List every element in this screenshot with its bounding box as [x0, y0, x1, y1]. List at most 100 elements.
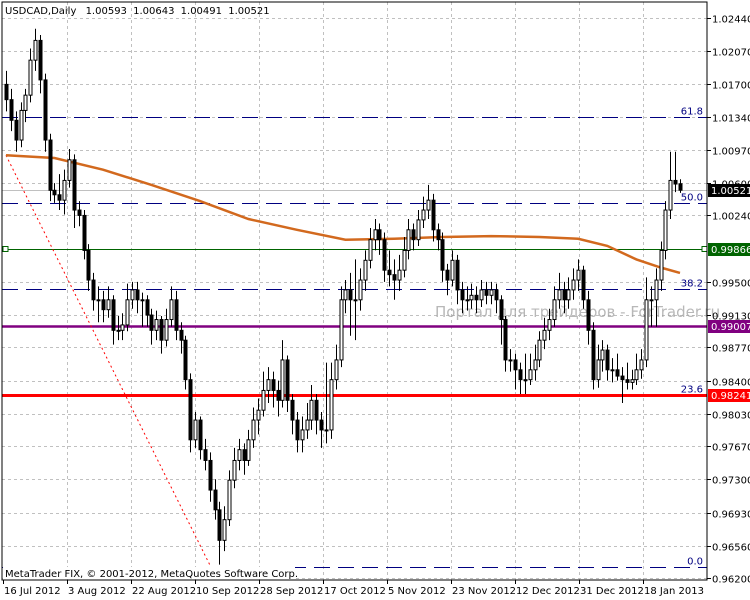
- candle: [668, 151, 673, 220]
- trendline: [5, 155, 211, 565]
- x-tick-label: 22 Aug 2012: [132, 586, 196, 597]
- level-red-tag-label: 0.98241: [711, 391, 750, 402]
- candle: [101, 290, 106, 323]
- candle-body-bear: [57, 194, 62, 201]
- candle: [149, 308, 154, 345]
- candle-body-bear: [605, 349, 610, 371]
- moving-average-layer: [5, 154, 681, 275]
- copyright: MetaTrader FIX, © 2001-2012, MetaQuotes …: [5, 569, 298, 580]
- y-tick-label: 0.98770: [712, 344, 750, 355]
- candle-body-bull: [169, 299, 174, 321]
- candle: [276, 380, 281, 417]
- grid: [2, 2, 707, 580]
- y-tick-label: 0.98030: [712, 411, 750, 422]
- moving-average-line: [5, 154, 681, 275]
- candle: [508, 349, 513, 372]
- candle: [343, 280, 348, 314]
- candles-layer: [4, 28, 683, 565]
- candle-body-bear: [271, 379, 276, 391]
- candle-body-bull: [547, 319, 552, 331]
- candle: [377, 223, 382, 255]
- candle: [634, 353, 639, 386]
- x-tick-label: 23 Nov 2012: [452, 586, 516, 597]
- candle: [358, 268, 363, 311]
- candle-body-bear: [562, 289, 567, 301]
- candle: [242, 443, 247, 475]
- candle-body-bear: [9, 99, 14, 121]
- candle: [329, 362, 334, 439]
- candle-body-bear: [503, 319, 508, 361]
- fibo-level-label: 23.6: [681, 385, 703, 396]
- candle-body-bear: [52, 189, 57, 196]
- candle-body-bear: [499, 299, 504, 321]
- candle-body-bull: [280, 359, 285, 401]
- candle-body-bear: [213, 489, 218, 511]
- candle: [499, 295, 504, 345]
- candle-body-bull: [465, 299, 470, 302]
- candle-body-bull: [116, 329, 121, 332]
- open-value: 1.00593: [86, 6, 127, 17]
- candle-body-bull: [426, 199, 431, 211]
- candle: [625, 362, 630, 390]
- candle-body-bear: [295, 419, 300, 441]
- candle: [663, 201, 668, 260]
- y-tick-label: 0.98400: [712, 378, 750, 389]
- candle-body-bull: [663, 209, 668, 251]
- candle: [440, 232, 445, 282]
- candle-body-bear: [678, 183, 683, 191]
- candle-body-bear: [48, 139, 53, 191]
- candle: [314, 394, 319, 435]
- candle-body-bull: [232, 459, 237, 481]
- candle: [484, 281, 489, 305]
- candle: [659, 241, 664, 291]
- y-tick-label: 1.00970: [712, 147, 750, 158]
- candle-body-bull: [576, 269, 581, 281]
- watermark: Портал для трейдеров - ForTrader.ru: [435, 303, 720, 321]
- candle-body-bear: [242, 449, 247, 461]
- time-axis: 16 Jul 2012 3 Aug 2012 22 Aug 2012 10 Sep 2…: [3, 580, 704, 597]
- candle-body-bull: [644, 299, 649, 361]
- candle: [52, 183, 57, 203]
- levels-layer: 61.8 50.0 38.2 23.6 0.0: [2, 107, 708, 568]
- candle: [43, 73, 48, 152]
- close-value: 1.00521: [228, 6, 269, 17]
- candle: [4, 70, 9, 112]
- candle: [285, 355, 290, 412]
- candle-body-bear: [625, 379, 630, 383]
- level-green-tag-label: 0.99866: [711, 245, 750, 256]
- candle: [373, 219, 378, 251]
- candle-body-bear: [72, 159, 77, 211]
- candle: [261, 371, 266, 417]
- candle: [77, 201, 82, 227]
- candle-body-bull: [528, 369, 533, 381]
- candle-body-bear: [460, 289, 465, 301]
- candle: [489, 281, 494, 305]
- candle: [227, 470, 232, 526]
- candle: [125, 283, 130, 332]
- candle: [591, 322, 596, 390]
- candle-body-bull: [630, 379, 635, 383]
- candle-body-bear: [174, 299, 179, 331]
- x-tick-label: 12 Dec 2012: [516, 586, 580, 597]
- candle: [232, 447, 237, 489]
- fibo-level-label: 0.0: [687, 557, 703, 568]
- candle-body-bear: [149, 314, 154, 331]
- candle: [174, 290, 179, 341]
- candle-body-bull: [266, 379, 271, 391]
- candle: [266, 367, 271, 404]
- candle-body-bull: [363, 259, 368, 281]
- candle: [605, 344, 610, 381]
- candle-body-bear: [581, 269, 586, 301]
- candle-body-bear: [208, 459, 213, 491]
- candle: [382, 232, 387, 282]
- y-tick-label: 1.02440: [712, 15, 750, 26]
- candle-body-bull: [227, 479, 232, 521]
- candle-body-bull: [479, 289, 484, 301]
- candle: [19, 102, 24, 148]
- candle-body-bull: [237, 449, 242, 461]
- candle-body-bull: [406, 229, 411, 251]
- candle-body-bull: [28, 59, 33, 96]
- candle: [644, 277, 649, 368]
- candle: [305, 403, 310, 439]
- price-chart[interactable]: 61.8 50.0 38.2 23.6 0.0 Портал для трейдеров…: [0, 0, 750, 600]
